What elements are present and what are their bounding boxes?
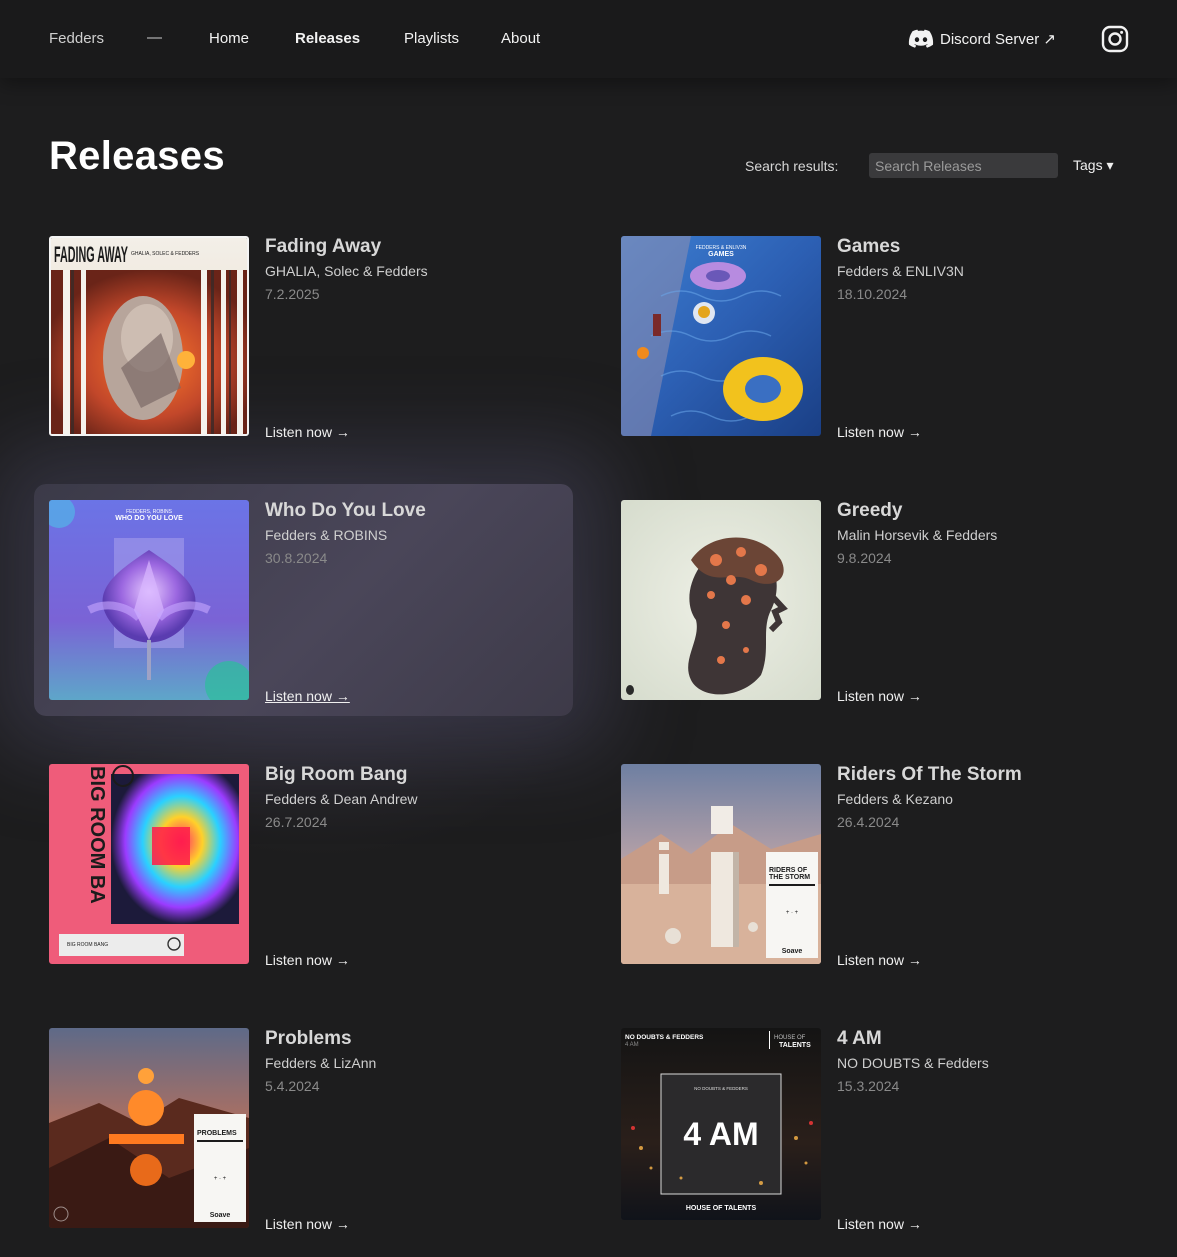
release-date: 26.4.2024 xyxy=(837,814,900,830)
album-cover[interactable]: BIG ROOM BANG BIG ROOM BA xyxy=(49,764,249,964)
svg-text:NO DOUBTS & FEDDERS: NO DOUBTS & FEDDERS xyxy=(625,1034,704,1041)
release-artists: NO DOUBTS & Fedders xyxy=(837,1055,989,1071)
release-artists: Fedders & Kezano xyxy=(837,791,953,807)
album-cover[interactable]: FEDDERS & ENLIV3N GAMES xyxy=(621,236,821,436)
svg-text:PROBLEMS: PROBLEMS xyxy=(197,1130,237,1137)
listen-now-link[interactable]: Listen now → xyxy=(265,424,350,440)
svg-text:4 AM: 4 AM xyxy=(683,1116,758,1152)
page-title: Releases xyxy=(49,134,225,178)
release-card[interactable]: BIG ROOM BANG BIG ROOM BA Big Room Bang … xyxy=(49,764,569,968)
svg-text:HOUSE OF: HOUSE OF xyxy=(774,1035,806,1041)
svg-text:GAMES: GAMES xyxy=(708,251,734,258)
listen-now-link[interactable]: Listen now → xyxy=(837,688,922,704)
release-artists: Fedders & Dean Andrew xyxy=(265,791,418,807)
album-cover[interactable]: PROBLEMS + · + Soave xyxy=(49,1028,249,1228)
discord-icon xyxy=(908,29,934,48)
nav-releases[interactable]: Releases xyxy=(295,30,360,47)
svg-text:RIDERS OF: RIDERS OF xyxy=(769,867,808,874)
listen-now-link[interactable]: Listen now → xyxy=(265,688,350,704)
release-card[interactable]: Greedy Malin Horsevik & Fedders 9.8.2024… xyxy=(621,500,1141,704)
release-artists: Malin Horsevik & Fedders xyxy=(837,527,998,543)
listen-now-link[interactable]: Listen now → xyxy=(837,424,922,440)
release-card[interactable]: FEDDERS, ROBINS WHO DO YOU LOVE Who Do Y… xyxy=(49,500,569,704)
album-cover[interactable]: FADING AWAY GHALIA, SOLEC & FEDDERS xyxy=(49,236,249,436)
svg-text:NO DOUBTS & FEDDERS: NO DOUBTS & FEDDERS xyxy=(694,1086,748,1091)
svg-text:+ · +: + · + xyxy=(214,1176,227,1182)
release-title: Fading Away xyxy=(265,236,382,257)
release-artists: Fedders & LizAnn xyxy=(265,1055,377,1071)
release-card[interactable]: RIDERS OF THE STORM + · + Soave Riders O… xyxy=(621,764,1141,968)
release-title: Games xyxy=(837,236,901,257)
album-cover[interactable]: NO DOUBTS & FEDDERS 4 AM HOUSE OF TALENT… xyxy=(621,1028,821,1220)
svg-text:FADING AWAY: FADING AWAY xyxy=(54,242,128,267)
nav-separator: — xyxy=(147,29,162,46)
brand-link[interactable]: Fedders xyxy=(49,30,104,47)
release-card[interactable]: FADING AWAY GHALIA, SOLEC & FEDDERS Fadi… xyxy=(49,236,569,440)
instagram-link[interactable] xyxy=(1101,25,1129,53)
release-card[interactable]: NO DOUBTS & FEDDERS 4 AM HOUSE OF TALENT… xyxy=(621,1028,1141,1232)
release-date: 18.10.2024 xyxy=(837,286,908,302)
svg-text:GHALIA, SOLEC & FEDDERS: GHALIA, SOLEC & FEDDERS xyxy=(131,251,200,257)
listen-now-link[interactable]: Listen now → xyxy=(837,1216,922,1232)
top-nav: Fedders — Home Releases Playlists About … xyxy=(0,0,1177,78)
release-date: 9.8.2024 xyxy=(837,550,892,566)
release-title: Problems xyxy=(265,1028,352,1049)
album-cover[interactable] xyxy=(621,500,821,700)
release-artists: Fedders & ROBINS xyxy=(265,527,388,543)
svg-text:BIG ROOM BA: BIG ROOM BA xyxy=(86,766,108,904)
release-title: Riders Of The Storm xyxy=(837,764,1022,785)
release-card[interactable]: FEDDERS & ENLIV3N GAMES Games Fedders & … xyxy=(621,236,1141,440)
release-artists: Fedders & ENLIV3N xyxy=(837,263,964,279)
svg-text:Soave: Soave xyxy=(210,1212,231,1219)
album-cover[interactable]: FEDDERS, ROBINS WHO DO YOU LOVE xyxy=(49,500,249,700)
svg-text:HOUSE OF TALENTS: HOUSE OF TALENTS xyxy=(686,1205,757,1212)
release-date: 7.2.2025 xyxy=(265,286,320,302)
listen-now-link[interactable]: Listen now → xyxy=(265,952,350,968)
discord-label: Discord Server ↗ xyxy=(940,31,1056,48)
instagram-icon xyxy=(1101,25,1129,53)
search-input[interactable] xyxy=(869,153,1058,178)
release-title: Who Do You Love xyxy=(265,500,426,521)
nav-about[interactable]: About xyxy=(501,30,540,47)
release-title: 4 AM xyxy=(837,1028,882,1049)
release-title: Greedy xyxy=(837,500,903,521)
release-date: 30.8.2024 xyxy=(265,550,328,566)
listen-now-link[interactable]: Listen now → xyxy=(265,1216,350,1232)
svg-text:Soave: Soave xyxy=(782,948,803,955)
release-title: Big Room Bang xyxy=(265,764,408,785)
svg-text:THE STORM: THE STORM xyxy=(769,874,810,881)
nav-home[interactable]: Home xyxy=(209,30,249,47)
release-card[interactable]: PROBLEMS + · + Soave Problems Fedders & … xyxy=(49,1028,569,1232)
svg-text:TALENTS: TALENTS xyxy=(779,1042,811,1049)
search-results-label: Search results: xyxy=(745,158,839,174)
discord-link[interactable]: Discord Server ↗ xyxy=(908,29,1056,49)
svg-text:WHO DO YOU LOVE: WHO DO YOU LOVE xyxy=(115,515,183,522)
album-cover[interactable]: RIDERS OF THE STORM + · + Soave xyxy=(621,764,821,964)
svg-text:4 AM: 4 AM xyxy=(625,1042,639,1048)
release-date: 5.4.2024 xyxy=(265,1078,320,1094)
tags-dropdown[interactable]: Tags ▾ xyxy=(1073,157,1114,174)
release-date: 26.7.2024 xyxy=(265,814,328,830)
svg-text:BIG ROOM BANG: BIG ROOM BANG xyxy=(67,942,108,948)
release-date: 15.3.2024 xyxy=(837,1078,900,1094)
nav-playlists[interactable]: Playlists xyxy=(404,30,459,47)
svg-text:+ · +: + · + xyxy=(786,910,799,916)
listen-now-link[interactable]: Listen now → xyxy=(837,952,922,968)
release-artists: GHALIA, Solec & Fedders xyxy=(265,263,428,279)
